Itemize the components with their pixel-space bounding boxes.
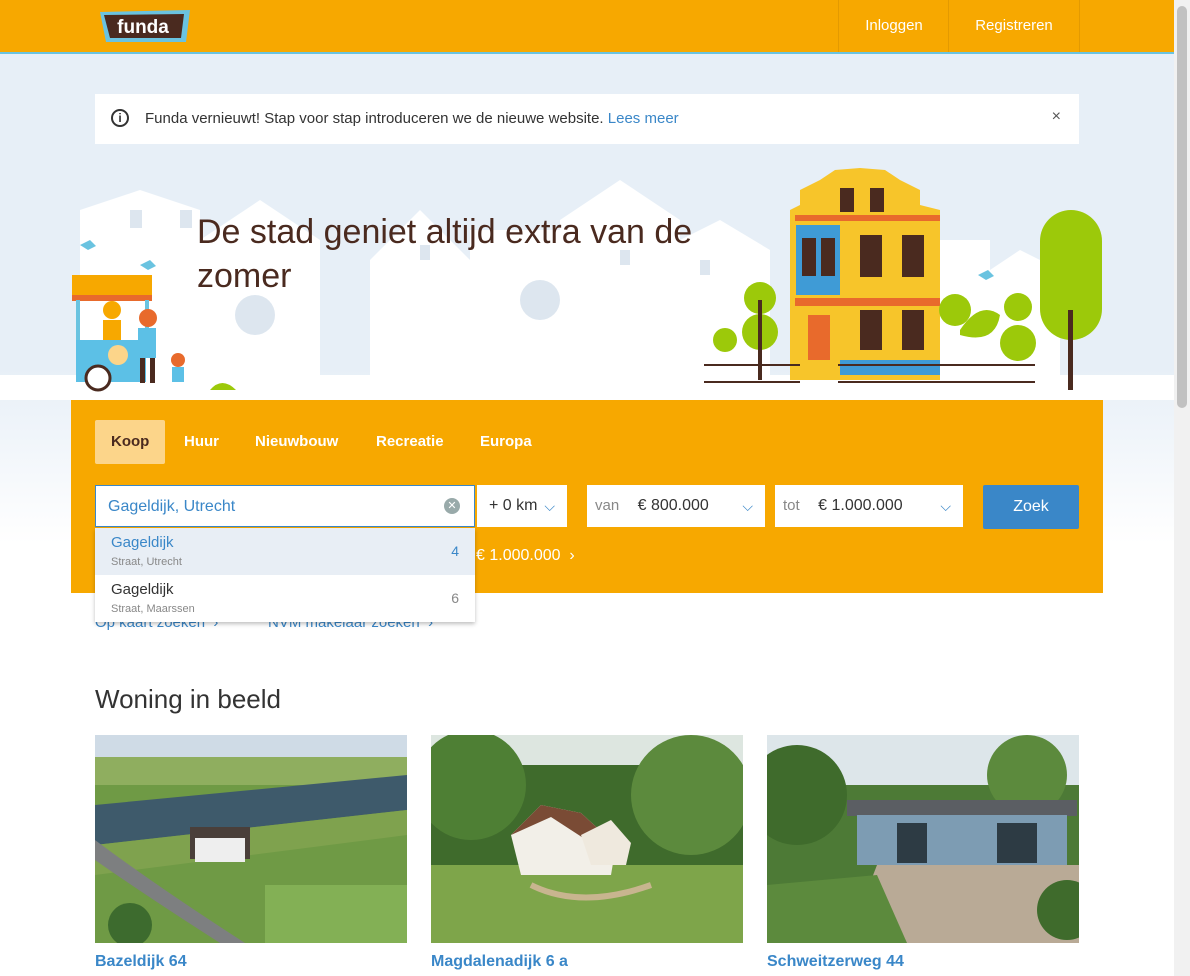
price-from-label: van xyxy=(595,497,620,514)
suggestion-subtitle: Straat, Utrecht xyxy=(111,556,182,568)
clear-icon[interactable]: ✕ xyxy=(444,498,460,514)
listing-address[interactable]: Magdalenadijk 6 a xyxy=(431,953,568,971)
funda-logo[interactable]: funda xyxy=(96,8,194,44)
login-link[interactable]: Inloggen xyxy=(838,0,949,52)
suggestion-subtitle: Straat, Maarssen xyxy=(111,603,195,615)
close-icon[interactable]: × xyxy=(1052,108,1061,126)
search-query-text: Gageldijk, Utrecht xyxy=(108,498,236,515)
radius-select[interactable]: + 0 km ⌵ xyxy=(477,485,567,527)
suggestion-item[interactable]: Gageldijk Straat, Maarssen 6 xyxy=(95,575,475,622)
price-to-value: € 1.000.000 xyxy=(818,497,903,514)
read-more-link[interactable]: Lees meer xyxy=(608,110,679,127)
top-navigation-bar: funda Inloggen Registreren xyxy=(0,0,1174,54)
hero-headline: De stad geniet altijd extra van de zomer xyxy=(197,213,693,295)
tab-europa[interactable]: Europa xyxy=(464,420,548,464)
chevron-right-icon: › xyxy=(564,547,575,564)
tab-nieuwbouw[interactable]: Nieuwbouw xyxy=(239,420,354,464)
suggestion-count: 6 xyxy=(451,590,459,606)
listing-photo[interactable] xyxy=(767,735,1079,943)
register-link[interactable]: Registreren xyxy=(948,0,1080,52)
suggestion-count: 4 xyxy=(451,543,459,559)
info-icon: i xyxy=(111,109,129,127)
listing-card[interactable]: Bazeldijk 64 xyxy=(95,735,407,970)
chevron-down-icon: ⌵ xyxy=(742,498,753,514)
suggestion-title: Gageldijk xyxy=(111,581,174,598)
suggestion-dropdown: Gageldijk Straat, Utrecht 4 Gageldijk St… xyxy=(95,528,475,622)
notice-message: Funda vernieuwt! Stap voor stap introduc… xyxy=(145,110,604,127)
scrollbar-thumb[interactable] xyxy=(1177,6,1187,408)
chevron-down-icon: ⌵ xyxy=(544,498,555,514)
listing-card[interactable]: Schweitzerweg 44 xyxy=(767,735,1079,970)
price-from-select[interactable]: van € 800.000 ⌵ xyxy=(587,485,765,527)
last-search-text: € 1.000.000 xyxy=(476,547,561,564)
listing-address[interactable]: Schweitzerweg 44 xyxy=(767,953,904,971)
listing-card[interactable]: Magdalenadijk 6 a xyxy=(431,735,743,970)
radius-value: + 0 km xyxy=(489,497,538,514)
location-search-input[interactable]: Gageldijk, Utrecht ✕ xyxy=(95,485,475,527)
price-from-value: € 800.000 xyxy=(637,497,709,514)
search-button[interactable]: Zoek xyxy=(983,485,1079,529)
section-title: Woning in beeld xyxy=(95,684,281,714)
last-search-link[interactable]: € 1.000.000 › xyxy=(476,547,575,565)
suggestion-item[interactable]: Gageldijk Straat, Utrecht 4 xyxy=(95,528,475,575)
logo-text: funda xyxy=(117,17,169,38)
suggestion-title: Gageldijk xyxy=(111,534,174,551)
price-to-select[interactable]: tot € 1.000.000 ⌵ xyxy=(775,485,963,527)
chevron-down-icon: ⌵ xyxy=(940,498,951,514)
listing-photo[interactable] xyxy=(95,735,407,943)
notice-banner: i Funda vernieuwt! Stap voor stap introd… xyxy=(95,94,1079,144)
notice-text: Funda vernieuwt! Stap voor stap introduc… xyxy=(145,110,679,127)
listing-photo[interactable] xyxy=(431,735,743,943)
price-to-label: tot xyxy=(783,497,800,514)
tab-huur[interactable]: Huur xyxy=(168,420,235,464)
tab-koop[interactable]: Koop xyxy=(95,420,166,464)
tab-recreatie[interactable]: Recreatie xyxy=(360,420,460,464)
listing-address[interactable]: Bazeldijk 64 xyxy=(95,953,187,971)
